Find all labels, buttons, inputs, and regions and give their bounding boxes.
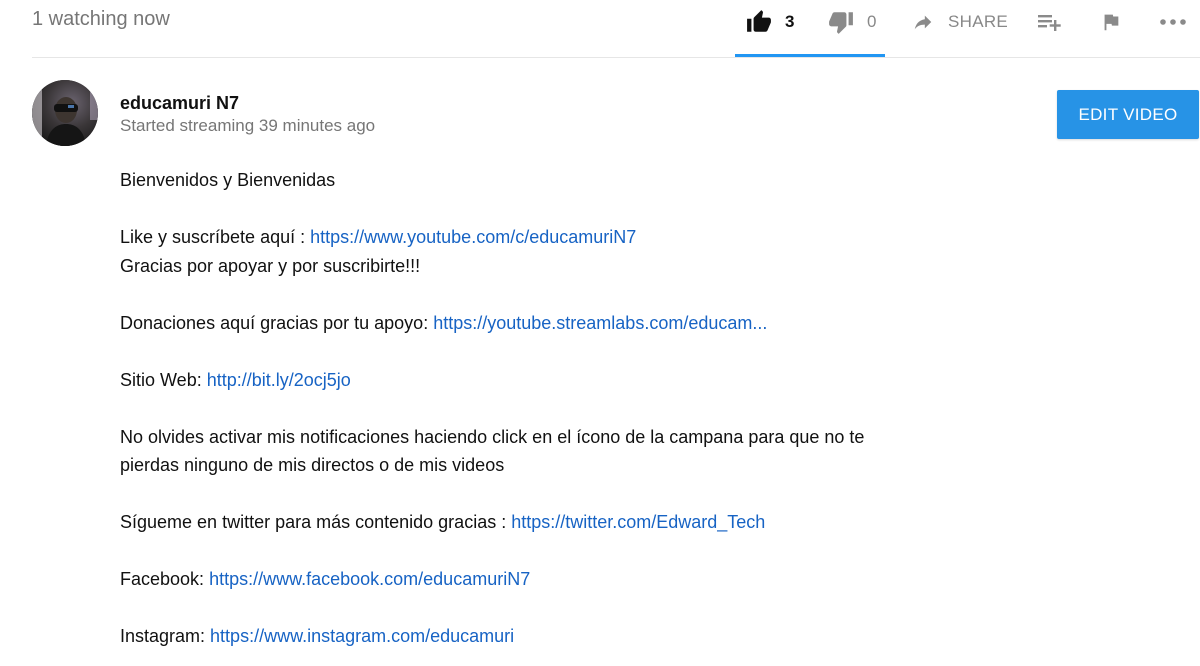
flag-icon [1100, 10, 1122, 34]
description-donation-block: Donaciones aquí gracias por tu apoyo: ht… [120, 309, 940, 338]
instagram-link[interactable]: https://www.instagram.com/educamuri [210, 626, 514, 646]
channel-name[interactable]: educamuri N7 [120, 92, 239, 114]
share-button[interactable]: SHARE [910, 0, 1008, 44]
divider [32, 57, 1200, 58]
notification-line-1: No olvides activar mis notificaciones ha… [120, 426, 865, 447]
subscribe-link[interactable]: https://www.youtube.com/c/educamuriN7 [310, 227, 636, 247]
description-greeting: Bienvenidos y Bienvenidas [120, 170, 336, 190]
more-actions-button[interactable] [1158, 0, 1188, 44]
more-horizontal-icon [1158, 17, 1188, 27]
website-text: Sitio Web: [120, 369, 207, 390]
notification-line-2: pierdas ninguno de mis directos o de mis… [120, 455, 505, 475]
stream-start-time: Started streaming 39 minutes ago [120, 116, 376, 135]
description-instagram-block: Instagram: https://www.instagram.com/edu… [120, 622, 940, 651]
twitter-link[interactable]: https://twitter.com/Edward_Tech [511, 512, 765, 532]
like-button[interactable]: 3 [745, 0, 794, 44]
view-count: 1 watching now [32, 8, 170, 30]
thumbs-down-icon [827, 9, 855, 35]
dislike-button[interactable]: 0 [827, 0, 876, 44]
description-website-block: Sitio Web: http://bit.ly/2ocj5jo [120, 366, 940, 395]
share-label: SHARE [948, 12, 1009, 31]
donation-link[interactable]: https://youtube.streamlabs.com/educam... [433, 313, 767, 333]
instagram-text: Instagram: [120, 626, 211, 646]
description-facebook-block: Facebook: https://www.facebook.com/educa… [120, 565, 940, 594]
thumbs-up-icon [745, 9, 773, 35]
description-notification-block: No olvides activar mis notificaciones ha… [120, 423, 940, 480]
subscribe-text: Like y suscríbete aquí : [120, 227, 311, 247]
avatar[interactable] [32, 80, 98, 146]
add-to-playlist-button[interactable] [1037, 0, 1063, 44]
facebook-text: Facebook: [120, 569, 210, 589]
edit-video-button[interactable]: EDIT VIDEO [1057, 90, 1199, 139]
share-arrow-icon [910, 11, 936, 33]
facebook-link[interactable]: https://www.facebook.com/educamuriN7 [209, 569, 530, 589]
video-action-bar: 1 watching now 3 0 SHARE [0, 0, 1200, 58]
website-link[interactable]: http://bit.ly/2ocj5jo [207, 370, 351, 390]
dislike-count: 0 [867, 12, 877, 31]
video-description: Bienvenidos y Bienvenidas Like y suscríb… [120, 166, 940, 666]
video-info-page: 1 watching now 3 0 SHARE educamuri N7 St… [0, 0, 1200, 666]
thanks-text: Gracias por apoyar y por suscribirte!!! [120, 255, 421, 276]
description-subscribe-block: Like y suscríbete aquí : https://www.you… [120, 223, 940, 280]
description-twitter-block: Sígueme en twitter para más contenido gr… [120, 508, 940, 537]
twitter-text: Sígueme en twitter para más contenido gr… [120, 512, 512, 532]
donation-text: Donaciones aquí gracias por tu apoyo: [120, 312, 434, 333]
playlist-add-icon [1037, 10, 1063, 34]
like-count: 3 [785, 12, 795, 31]
report-button[interactable] [1100, 0, 1122, 44]
